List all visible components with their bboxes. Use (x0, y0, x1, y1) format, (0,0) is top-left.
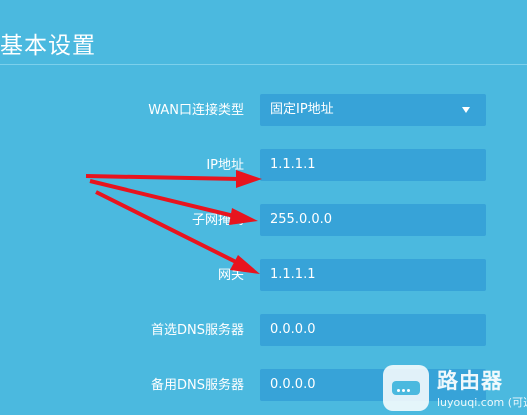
annotation-arrows (85, 170, 262, 274)
watermark-title: 路由器 (437, 369, 503, 393)
router-icon (383, 365, 429, 411)
watermark-url: luyouqi.com (可选) (437, 396, 527, 409)
watermark: 路由器 luyouqi.com (可选) (383, 365, 527, 411)
